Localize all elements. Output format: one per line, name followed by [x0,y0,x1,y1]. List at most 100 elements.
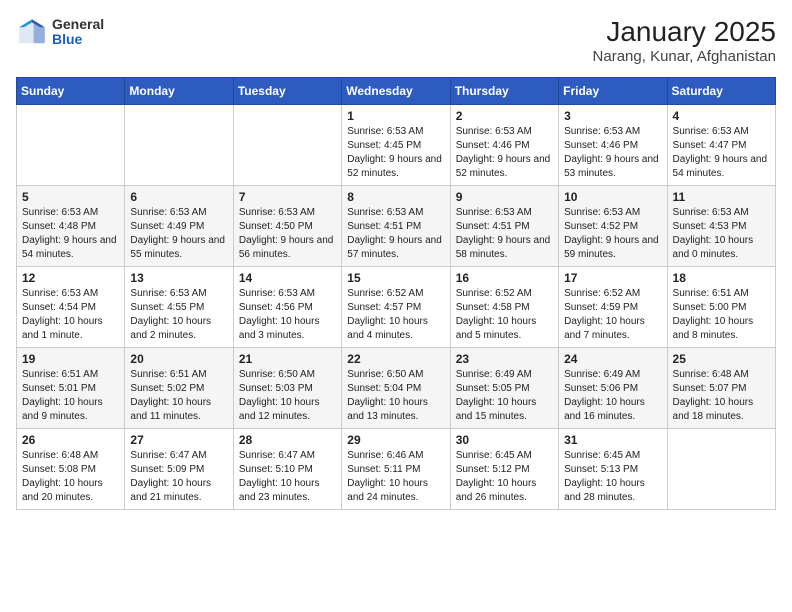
day-info: Sunrise: 6:50 AM Sunset: 5:03 PM Dayligh… [239,368,336,424]
day-number: 11 [673,190,770,204]
calendar-cell: 11 Sunrise: 6:53 AM Sunset: 4:53 PM Dayli… [667,186,775,267]
calendar-cell: 15 Sunrise: 6:52 AM Sunset: 4:57 PM Dayli… [342,267,450,348]
day-info: Sunrise: 6:52 AM Sunset: 4:59 PM Dayligh… [564,287,661,343]
day-number: 3 [564,109,661,123]
calendar-cell: 17 Sunrise: 6:52 AM Sunset: 4:59 PM Dayli… [559,267,667,348]
day-header-friday: Friday [559,78,667,105]
calendar-cell: 1 Sunrise: 6:53 AM Sunset: 4:45 PM Daylig… [342,105,450,186]
calendar-cell [17,105,125,186]
calendar-cell: 26 Sunrise: 6:48 AM Sunset: 5:08 PM Dayli… [17,429,125,510]
calendar-cell: 8 Sunrise: 6:53 AM Sunset: 4:51 PM Daylig… [342,186,450,267]
day-header-monday: Monday [125,78,233,105]
day-info: Sunrise: 6:47 AM Sunset: 5:09 PM Dayligh… [130,449,227,505]
day-number: 9 [456,190,553,204]
day-header-saturday: Saturday [667,78,775,105]
day-info: Sunrise: 6:49 AM Sunset: 5:05 PM Dayligh… [456,368,553,424]
day-number: 28 [239,433,336,447]
calendar-week-2: 5 Sunrise: 6:53 AM Sunset: 4:48 PM Daylig… [17,186,776,267]
calendar-cell: 25Sunrise: 6:48 AM Sunset: 5:07 PM Dayli… [667,348,775,429]
day-header-wednesday: Wednesday [342,78,450,105]
day-number: 29 [347,433,444,447]
day-number: 5 [22,190,119,204]
calendar-cell: 4Sunrise: 6:53 AM Sunset: 4:47 PM Daylig… [667,105,775,186]
day-info: Sunrise: 6:46 AM Sunset: 5:11 PM Dayligh… [347,449,444,505]
day-number: 16 [456,271,553,285]
day-number: 14 [239,271,336,285]
calendar-cell: 27Sunrise: 6:47 AM Sunset: 5:09 PM Dayli… [125,429,233,510]
day-info: Sunrise: 6:53 AM Sunset: 4:54 PM Dayligh… [22,287,119,343]
page-header: General Blue January 2025 Narang, Kunar,… [16,16,776,65]
calendar-cell: 21 Sunrise: 6:50 AM Sunset: 5:03 PM Dayli… [233,348,341,429]
logo-general-text: General [52,17,104,32]
calendar-cell: 20 Sunrise: 6:51 AM Sunset: 5:02 PM Dayli… [125,348,233,429]
calendar-title: January 2025 [593,16,776,48]
day-info: Sunrise: 6:53 AM Sunset: 4:48 PM Dayligh… [22,206,119,262]
day-number: 21 [239,352,336,366]
day-info: Sunrise: 6:53 AM Sunset: 4:53 PM Dayligh… [673,206,770,262]
calendar-subtitle: Narang, Kunar, Afghanistan [593,48,776,65]
day-info: Sunrise: 6:45 AM Sunset: 5:13 PM Dayligh… [564,449,661,505]
day-info: Sunrise: 6:53 AM Sunset: 4:51 PM Dayligh… [456,206,553,262]
day-number: 4 [673,109,770,123]
calendar-week-4: 19 Sunrise: 6:51 AM Sunset: 5:01 PM Dayli… [17,348,776,429]
day-info: Sunrise: 6:52 AM Sunset: 4:57 PM Dayligh… [347,287,444,343]
day-info: Sunrise: 6:53 AM Sunset: 4:56 PM Dayligh… [239,287,336,343]
day-number: 25 [673,352,770,366]
day-header-sunday: Sunday [17,78,125,105]
calendar-cell: 5 Sunrise: 6:53 AM Sunset: 4:48 PM Daylig… [17,186,125,267]
calendar-cell: 12 Sunrise: 6:53 AM Sunset: 4:54 PM Dayli… [17,267,125,348]
day-number: 17 [564,271,661,285]
day-info: Sunrise: 6:49 AM Sunset: 5:06 PM Dayligh… [564,368,661,424]
day-number: 10 [564,190,661,204]
day-number: 1 [347,109,444,123]
day-info: Sunrise: 6:53 AM Sunset: 4:51 PM Dayligh… [347,206,444,262]
day-info: Sunrise: 6:51 AM Sunset: 5:01 PM Dayligh… [22,368,119,424]
day-info: Sunrise: 6:53 AM Sunset: 4:49 PM Dayligh… [130,206,227,262]
day-info: Sunrise: 6:47 AM Sunset: 5:10 PM Dayligh… [239,449,336,505]
day-header-tuesday: Tuesday [233,78,341,105]
calendar-cell [125,105,233,186]
day-info: Sunrise: 6:53 AM Sunset: 4:46 PM Dayligh… [456,125,553,181]
day-info: Sunrise: 6:51 AM Sunset: 5:00 PM Dayligh… [673,287,770,343]
calendar-cell: 28 Sunrise: 6:47 AM Sunset: 5:10 PM Dayli… [233,429,341,510]
day-number: 15 [347,271,444,285]
day-number: 26 [22,433,119,447]
calendar-cell [233,105,341,186]
day-info: Sunrise: 6:51 AM Sunset: 5:02 PM Dayligh… [130,368,227,424]
logo-icon [16,16,48,48]
day-info: Sunrise: 6:45 AM Sunset: 5:12 PM Dayligh… [456,449,553,505]
calendar-cell: 23 Sunrise: 6:49 AM Sunset: 5:05 PM Dayli… [450,348,558,429]
day-header-thursday: Thursday [450,78,558,105]
day-number: 22 [347,352,444,366]
day-info: Sunrise: 6:53 AM Sunset: 4:45 PM Dayligh… [347,125,444,181]
calendar-week-1: 1 Sunrise: 6:53 AM Sunset: 4:45 PM Daylig… [17,105,776,186]
calendar-cell [667,429,775,510]
calendar-cell: 31 Sunrise: 6:45 AM Sunset: 5:13 PM Dayli… [559,429,667,510]
day-number: 7 [239,190,336,204]
day-number: 31 [564,433,661,447]
day-number: 30 [456,433,553,447]
calendar-cell: 7Sunrise: 6:53 AM Sunset: 4:50 PM Daylig… [233,186,341,267]
calendar-header-row: SundayMondayTuesdayWednesdayThursdayFrid… [17,78,776,105]
calendar-cell: 18Sunrise: 6:51 AM Sunset: 5:00 PM Dayli… [667,267,775,348]
day-number: 13 [130,271,227,285]
calendar-cell: 9 Sunrise: 6:53 AM Sunset: 4:51 PM Daylig… [450,186,558,267]
calendar-cell: 3Sunrise: 6:53 AM Sunset: 4:46 PM Daylig… [559,105,667,186]
calendar-cell: 10Sunrise: 6:53 AM Sunset: 4:52 PM Dayli… [559,186,667,267]
logo-text: General Blue [52,17,104,48]
day-number: 12 [22,271,119,285]
day-number: 20 [130,352,227,366]
day-number: 19 [22,352,119,366]
calendar-cell: 19 Sunrise: 6:51 AM Sunset: 5:01 PM Dayli… [17,348,125,429]
calendar-table: SundayMondayTuesdayWednesdayThursdayFrid… [16,77,776,510]
day-number: 23 [456,352,553,366]
day-number: 8 [347,190,444,204]
calendar-week-3: 12 Sunrise: 6:53 AM Sunset: 4:54 PM Dayli… [17,267,776,348]
day-info: Sunrise: 6:48 AM Sunset: 5:08 PM Dayligh… [22,449,119,505]
logo: General Blue [16,16,104,48]
day-number: 6 [130,190,227,204]
calendar-cell: 13Sunrise: 6:53 AM Sunset: 4:55 PM Dayli… [125,267,233,348]
calendar-cell: 14 Sunrise: 6:53 AM Sunset: 4:56 PM Dayli… [233,267,341,348]
calendar-week-5: 26 Sunrise: 6:48 AM Sunset: 5:08 PM Dayli… [17,429,776,510]
calendar-cell: 24Sunrise: 6:49 AM Sunset: 5:06 PM Dayli… [559,348,667,429]
